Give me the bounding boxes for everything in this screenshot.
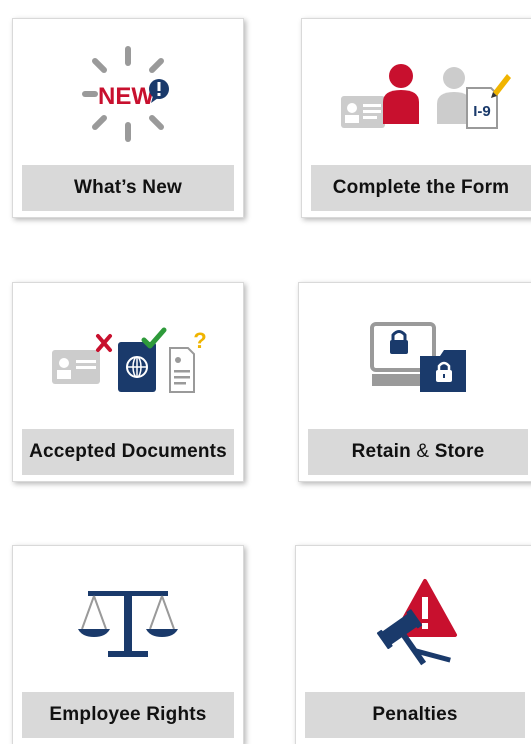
- scales-icon: [78, 591, 178, 657]
- tile-label: Penalties: [372, 704, 458, 725]
- gavel-icon: [376, 579, 457, 666]
- question-mark: ?: [193, 328, 206, 353]
- tile-label: Complete the Form: [332, 177, 510, 198]
- tile-label: What’s New: [74, 177, 182, 198]
- icon-area: I-9: [302, 19, 531, 169]
- tile-whats-new[interactable]: NEW What’s New: [12, 18, 244, 218]
- tile-accepted-documents[interactable]: ? Accepted Documents: [12, 282, 244, 482]
- documents-icon: ?: [52, 327, 207, 393]
- label-bar: Employee Rights: [22, 692, 234, 738]
- tile-label: Accepted Documents: [29, 441, 227, 462]
- label-bar: Retain & Store: [308, 429, 528, 475]
- label-main: Retain: [351, 441, 411, 462]
- label-bar: Complete the Form: [311, 165, 531, 211]
- form-badge-text: I-9: [473, 103, 491, 120]
- tile-label: Employee Rights: [49, 704, 207, 725]
- tile-retain-store[interactable]: Retain & Store: [298, 282, 531, 482]
- icon-area: [299, 283, 531, 433]
- new-icon: NEW: [82, 46, 169, 142]
- lock-icon: [370, 322, 466, 392]
- icon-area: ?: [13, 283, 243, 433]
- icon-area: [13, 546, 243, 696]
- label-amp: &: [416, 441, 430, 462]
- label-bar: Accepted Documents: [22, 429, 234, 475]
- label-end: Store: [434, 441, 485, 462]
- tile-penalties[interactable]: Penalties: [295, 545, 531, 744]
- new-badge-text: NEW: [98, 83, 154, 110]
- icon-area: NEW: [13, 19, 243, 169]
- tile-label: Retain & Store: [352, 441, 485, 463]
- tile-employee-rights[interactable]: Employee Rights: [12, 545, 244, 744]
- form-icon: I-9: [341, 64, 511, 129]
- tile-complete-form[interactable]: I-9 Complete the Form: [301, 18, 531, 218]
- icon-area: [296, 546, 531, 696]
- topic-grid: NEW What’s New I-9 Complete the Form ? A…: [0, 0, 531, 744]
- label-bar: What’s New: [22, 165, 234, 211]
- label-bar: Penalties: [305, 692, 525, 738]
